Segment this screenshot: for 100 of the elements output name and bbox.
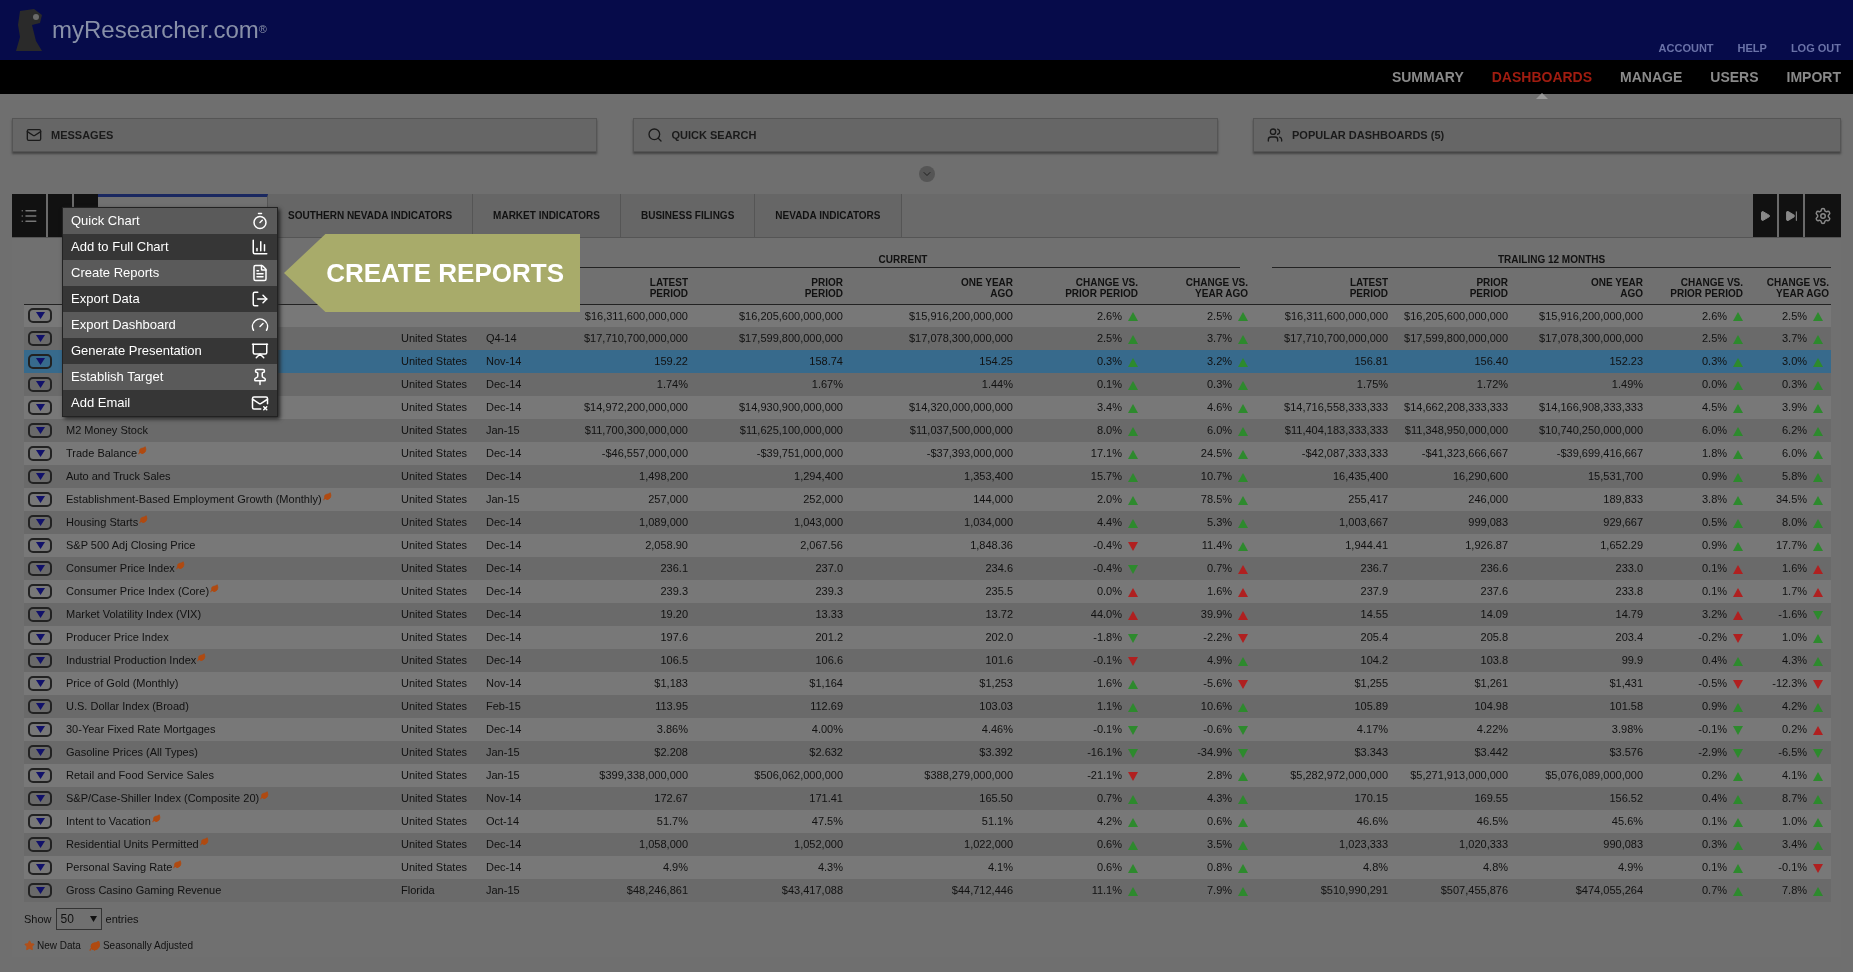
row-expand-button[interactable] xyxy=(28,400,52,415)
table-row[interactable]: Personal Saving Rate United States Dec-14 4.9% 4.3% 4.1% 0.6% 0.8% 4.8% 4.8% 4.9% 0.1% -0.1% xyxy=(24,856,1832,879)
row-expand-button[interactable] xyxy=(28,538,52,553)
dashboard-tab[interactable]: SOUTHERN NEVADA INDICATORS xyxy=(268,194,474,237)
table-row[interactable]: Gross Casino Gaming Revenue Florida Jan-15 $48,246,861 $43,417,088 $44,712,446 11.1% 7.9% $510,990,291 $507,455,876 $474,055,264 0.7% 7.8% xyxy=(24,879,1832,902)
row-expand-button[interactable] xyxy=(28,837,52,852)
nav-tab[interactable]: IMPORT xyxy=(1786,66,1841,88)
table-row[interactable]: Price of Gold (Monthly) United States Nov-14 $1,183 $1,164 $1,253 1.6% -5.6% $1,255 $1,261 $1,431 -0.5% -12.3% xyxy=(24,672,1832,695)
entries-select[interactable]: 50 xyxy=(55,908,102,930)
column-header[interactable]: ONE YEAR AGO xyxy=(951,277,1013,299)
row-expand-button[interactable] xyxy=(28,584,52,599)
row-expand-button[interactable] xyxy=(28,814,52,829)
column-header[interactable]: ONE YEAR AGO xyxy=(1581,277,1644,299)
indicator-name[interactable]: Consumer Price Index (Core) xyxy=(66,585,210,598)
table-row[interactable]: Retail and Food Service Sales United States Jan-15 $399,338,000,000 $506,062,000,000 $388,279,000,000 -21.1% 2.8% $5,282,972,000,000 $5,271,913,000,000 $5,076,089,000,000 0.2% 4.1% xyxy=(24,764,1832,787)
row-expand-button[interactable] xyxy=(28,699,52,714)
row-expand-button[interactable] xyxy=(28,722,52,737)
table-row[interactable]: M2 Money Stock United States Jan-15 $11,700,300,000,000 $11,625,100,000,000 $11,037,500,000,000 8.0% 6.0% $11,404,183,333,333 $11,348,950,000,000 $10,740,250,000,000 6.0% 6.2% xyxy=(24,419,1832,442)
column-header[interactable]: PRIOR PERIOD xyxy=(1446,277,1509,299)
row-expand-button[interactable] xyxy=(28,308,52,324)
indicator-name[interactable]: Gross Casino Gaming Revenue xyxy=(66,884,222,897)
column-header[interactable]: LATEST PERIOD xyxy=(1326,277,1389,299)
row-expand-button[interactable] xyxy=(28,469,52,484)
menu-item[interactable]: Add Email xyxy=(63,390,277,416)
table-row[interactable]: Residential Units Permitted United States Dec-14 1,058,000 1,052,000 1,022,000 0.6% 3.5% 1,023,333 1,020,333 990,083 0.3% 3.4% xyxy=(24,833,1832,856)
header-link[interactable]: ACCOUNT xyxy=(1658,39,1714,56)
indicator-name[interactable]: Residential Units Permitted xyxy=(66,838,199,851)
column-header[interactable]: CHANGE VS. PRIOR PERIOD xyxy=(1665,277,1744,299)
header-link[interactable]: LOG OUT xyxy=(1790,39,1841,56)
row-expand-button[interactable] xyxy=(28,331,52,346)
panel-button[interactable]: POPULAR DASHBOARDS (5) xyxy=(1253,118,1841,152)
menu-item[interactable]: Quick Chart xyxy=(63,208,277,234)
indicator-name[interactable]: Industrial Production Index xyxy=(66,654,197,667)
row-expand-button[interactable] xyxy=(28,423,52,438)
settings-button[interactable] xyxy=(1805,194,1841,237)
indicator-name[interactable]: S&P/Case-Shiller Index (Composite 20) xyxy=(66,792,260,805)
column-header[interactable]: CHANGE VS. PRIOR PERIOD xyxy=(1060,277,1138,299)
row-expand-button[interactable] xyxy=(28,883,52,898)
row-expand-button[interactable] xyxy=(28,515,52,530)
indicator-name[interactable]: Gasoline Prices (All Types) xyxy=(66,746,198,759)
row-expand-button[interactable] xyxy=(28,791,52,806)
table-row[interactable]: Consumer Price Index United States Dec-14 236.1 237.0 234.6 -0.4% 0.7% 236.7 236.6 233.0 0.1% 1.6% xyxy=(24,557,1832,580)
row-expand-button[interactable] xyxy=(28,630,52,645)
table-row[interactable]: Market Volatility Index (VIX) United States Dec-14 19.20 13.33 13.72 44.0% 39.9% 14.55 14.09 14.79 3.2% -1.6% xyxy=(24,603,1832,626)
nav-tab[interactable]: SUMMARY xyxy=(1391,66,1464,88)
table-row[interactable]: 30-Year Fixed Rate Mortgages United States Dec-14 3.86% 4.00% 4.46% -0.1% -0.6% 4.17% 4.22% 3.98% -0.1% 0.2% xyxy=(24,718,1832,741)
menu-item[interactable]: Establish Target xyxy=(63,364,277,390)
indicator-name[interactable]: Retail and Food Service Sales xyxy=(66,769,214,782)
table-row[interactable]: Producer Price Index United States Dec-14 197.6 201.2 202.0 -1.8% -2.2% 205.4 205.8 203.4 -0.2% 1.0% xyxy=(24,626,1832,649)
menu-item[interactable]: Create Reports xyxy=(63,260,277,286)
menu-item[interactable]: Export Dashboard xyxy=(63,312,277,338)
column-header[interactable]: CHANGE VS. YEAR AGO xyxy=(1170,277,1249,299)
row-expand-button[interactable] xyxy=(28,377,52,392)
table-row[interactable]: Industrial Production Index United States Dec-14 106.5 106.6 101.6 -0.1% 4.9% 104.2 103.8 99.9 0.4% 4.3% xyxy=(24,649,1832,672)
last-button[interactable] xyxy=(1779,194,1803,237)
indicator-name[interactable]: Market Volatility Index (VIX) xyxy=(66,608,202,621)
table-row[interactable]: Establishment-Based Employment Growth (Monthly) United States Jan-15 257,000 252,000 144,000 2.0% 78.5% 255,417 246,000 189,833 3.8% 34.5% xyxy=(24,488,1832,511)
indicator-name[interactable]: S&P 500 Adj Closing Price xyxy=(66,539,196,552)
menu-item[interactable]: Generate Presentation xyxy=(63,338,277,364)
menu-item[interactable]: Export Data xyxy=(63,286,277,312)
table-row[interactable]: U.S. Dollar Index (Broad) United States Feb-15 113.95 112.69 103.03 1.1% 10.6% 105.89 104.98 101.58 0.9% 4.2% xyxy=(24,695,1832,718)
table-row[interactable]: S&P 500 Adj Closing Price United States Dec-14 2,058.90 2,067.56 1,848.36 -0.4% 11.4% 1,944.41 1,926.87 1,652.29 0.9% 17.7% xyxy=(24,534,1832,557)
indicator-name[interactable]: U.S. Dollar Index (Broad) xyxy=(66,700,189,713)
row-expand-button[interactable] xyxy=(28,745,52,760)
menu-item[interactable]: Add to Full Chart xyxy=(63,234,277,260)
column-header[interactable]: CHANGE VS. YEAR AGO xyxy=(1751,277,1830,299)
dashboard-tab[interactable]: MARKET INDICATORS xyxy=(473,194,621,237)
table-row[interactable]: Trade Balance United States Dec-14 -$46,557,000,000 -$39,751,000,000 -$37,393,000,000 17.1% 24.5% -$42,087,333,333 -$41,323,666,667 -$39,699,416,667 1.8% 6.0% xyxy=(24,442,1832,465)
table-row[interactable]: Gasoline Prices (All Types) United States Jan-15 $2.208 $2.632 $3.392 -16.1% -34.9% $3.343 $3.442 $3.576 -2.9% -6.5% xyxy=(24,741,1832,764)
table-row[interactable]: Auto and Truck Sales United States Dec-14 1,498,200 1,294,400 1,353,400 15.7% 10.7% 16,435,400 16,290,600 15,531,700 0.9% 5.8% xyxy=(24,465,1832,488)
indicator-name[interactable]: Establishment-Based Employment Growth (Monthly) xyxy=(66,493,322,506)
indicator-name[interactable]: Price of Gold (Monthly) xyxy=(66,677,179,690)
nav-tab[interactable]: USERS xyxy=(1710,66,1759,88)
next-button[interactable] xyxy=(1753,194,1777,237)
indicator-name[interactable]: Auto and Truck Sales xyxy=(66,470,171,483)
panel-button[interactable]: MESSAGES xyxy=(12,118,597,152)
row-expand-button[interactable] xyxy=(28,561,52,576)
row-expand-button[interactable] xyxy=(28,653,52,668)
header-link[interactable]: HELP xyxy=(1737,39,1767,56)
nav-tab[interactable]: DASHBOARDS xyxy=(1491,66,1593,88)
indicator-name[interactable]: Consumer Price Index xyxy=(66,562,175,575)
indicator-name[interactable]: Housing Starts xyxy=(66,516,139,529)
indicator-name[interactable]: Personal Saving Rate xyxy=(66,861,173,874)
indicator-name[interactable]: Producer Price Index xyxy=(66,631,169,644)
table-row[interactable]: Housing Starts United States Dec-14 1,089,000 1,043,000 1,034,000 4.4% 5.3% 1,003,667 999,083 929,667 0.5% 8.0% xyxy=(24,511,1832,534)
row-expand-button[interactable] xyxy=(28,768,52,783)
indicator-name[interactable]: M2 Money Stock xyxy=(66,424,148,437)
row-expand-button[interactable] xyxy=(28,607,52,622)
list-view-button[interactable] xyxy=(12,194,46,237)
collapse-toggle[interactable] xyxy=(918,166,935,182)
indicator-name[interactable]: 30-Year Fixed Rate Mortgages xyxy=(66,723,216,736)
column-header[interactable]: LATEST PERIOD xyxy=(626,277,688,299)
indicator-name[interactable]: Intent to Vacation xyxy=(66,815,151,828)
table-row[interactable]: Consumer Price Index (Core) United States Dec-14 239.3 239.3 235.5 0.0% 1.6% 237.9 237.6 233.8 0.1% 1.7% xyxy=(24,580,1832,603)
table-row[interactable]: Intent to Vacation United States Oct-14 51.7% 47.5% 51.1% 4.2% 0.6% 46.6% 46.5% 45.6% 0.1% 1.0% xyxy=(24,810,1832,833)
column-header[interactable]: PRIOR PERIOD xyxy=(781,277,843,299)
dashboard-tab[interactable]: BUSINESS FILINGS xyxy=(620,194,756,237)
dashboard-tab[interactable]: NEVADA INDICATORS xyxy=(755,194,902,237)
row-expand-button[interactable] xyxy=(28,492,52,507)
row-expand-button[interactable] xyxy=(28,446,52,461)
